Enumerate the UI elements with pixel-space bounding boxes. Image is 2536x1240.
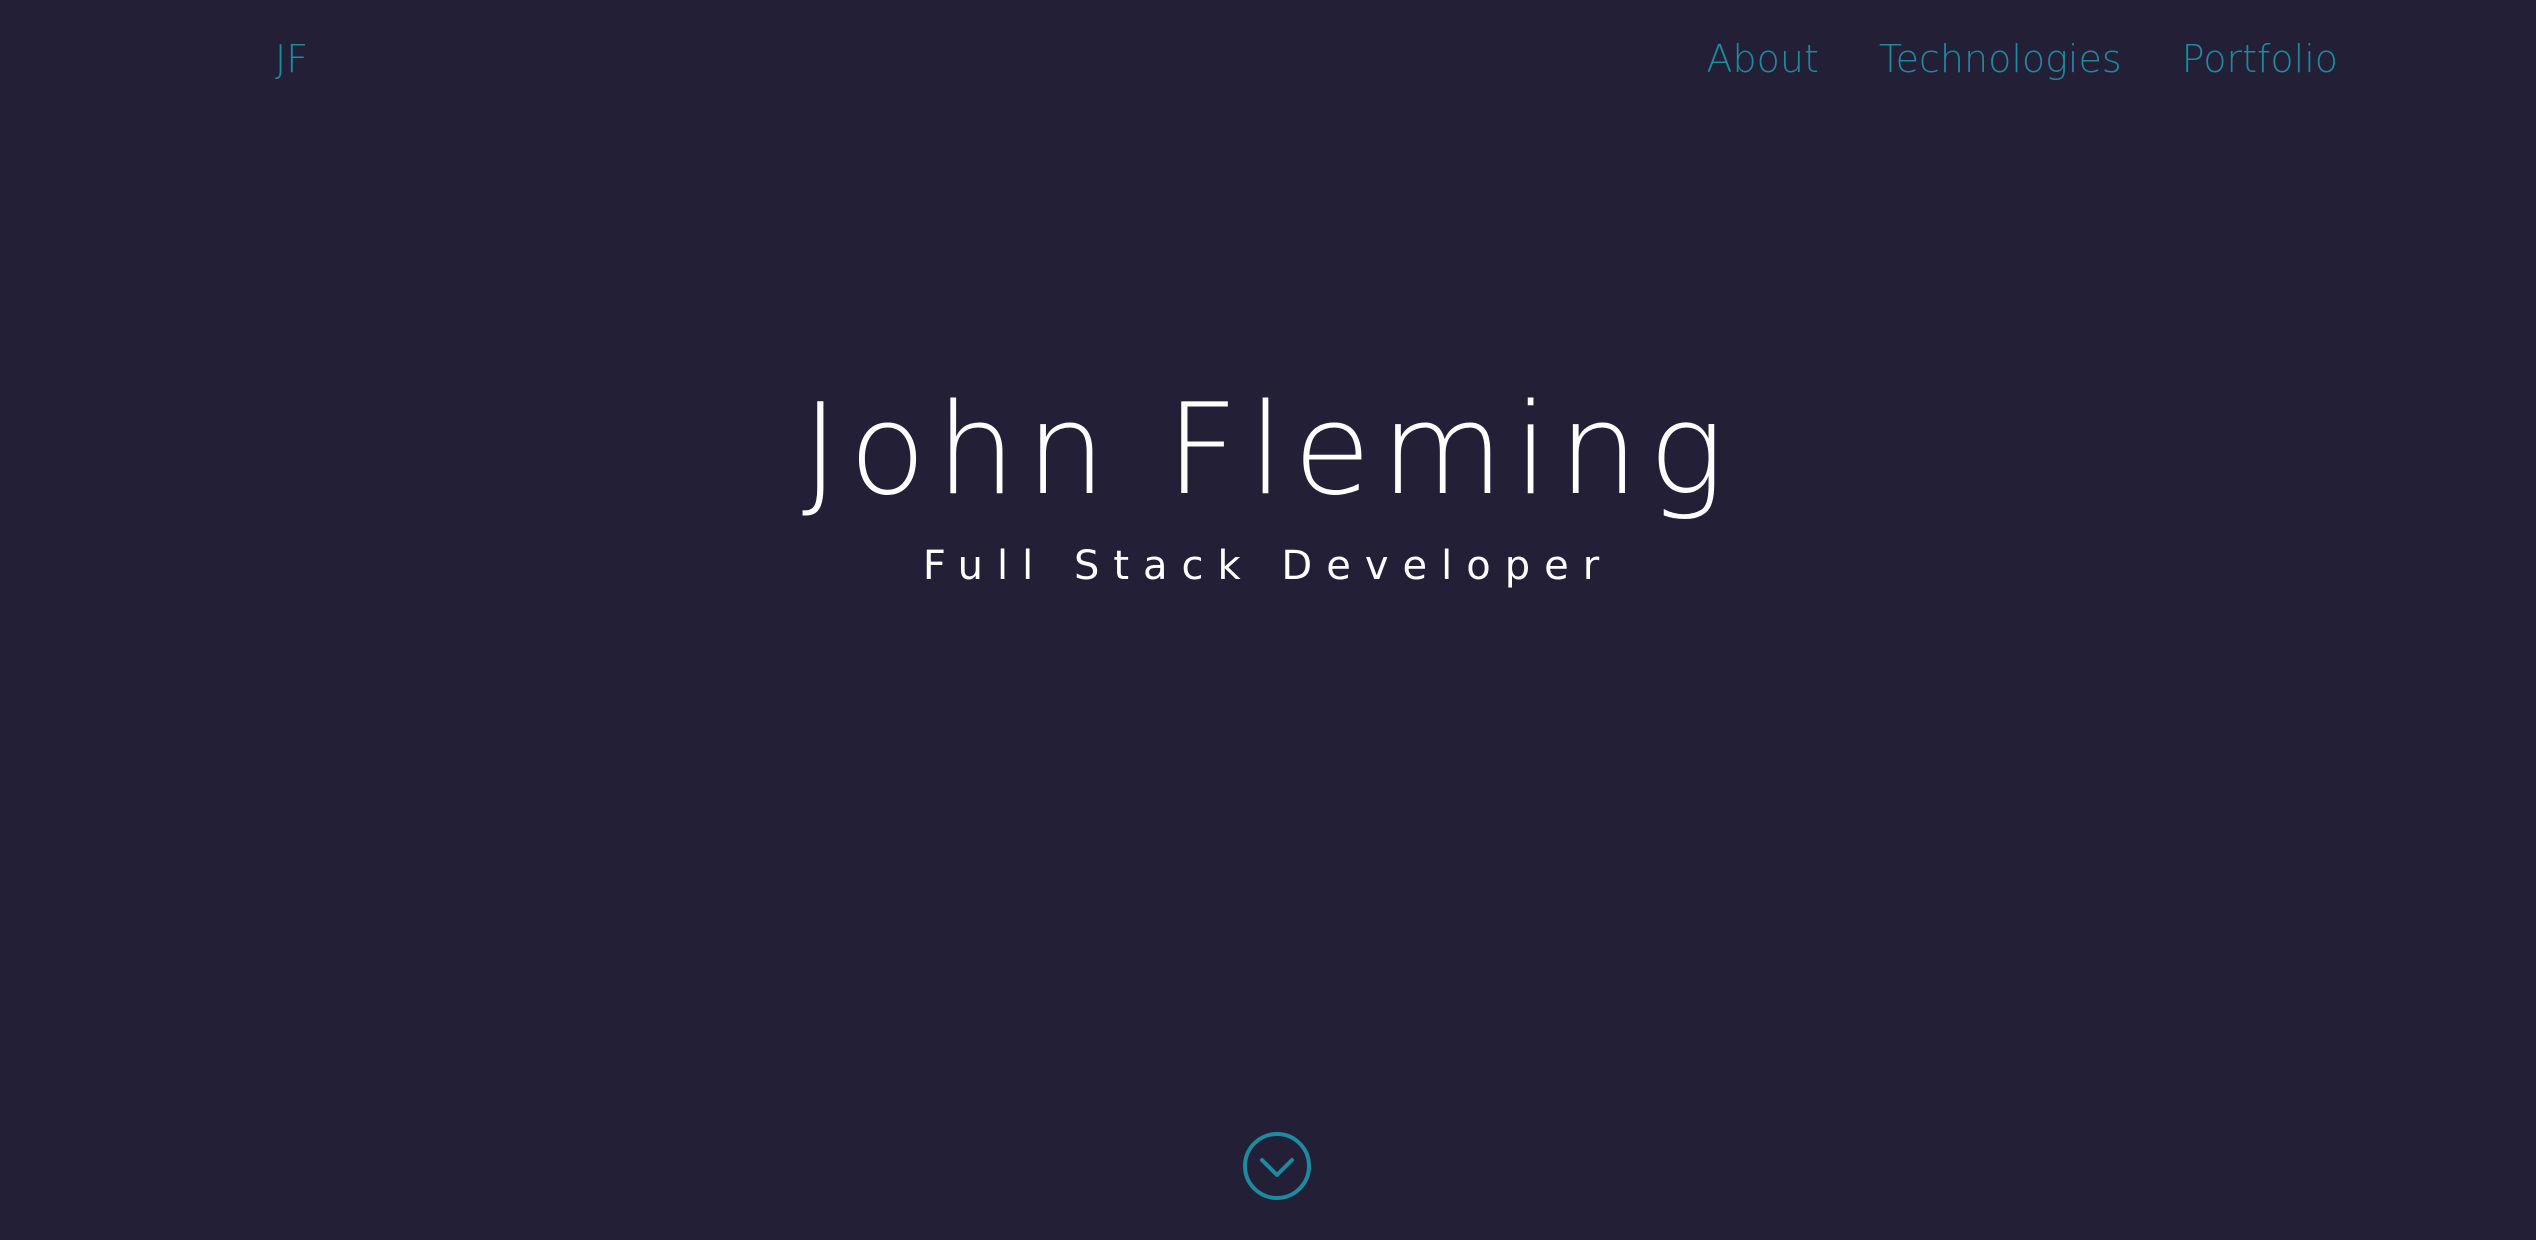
nav-link-about[interactable]: About xyxy=(1707,34,1819,84)
nav-link-portfolio[interactable]: Portfolio xyxy=(2182,34,2338,84)
hero-name: John Fleming xyxy=(801,376,1735,523)
chevron-down-circle-icon xyxy=(1243,1132,1311,1200)
nav-link-technologies[interactable]: Technologies xyxy=(1879,34,2122,84)
main-nav: About Technologies Portfolio xyxy=(1707,34,2338,84)
logo-link[interactable]: JF xyxy=(275,34,308,84)
scroll-down-button[interactable] xyxy=(1242,1131,1312,1201)
hero-subtitle: Full Stack Developer xyxy=(922,543,1614,589)
